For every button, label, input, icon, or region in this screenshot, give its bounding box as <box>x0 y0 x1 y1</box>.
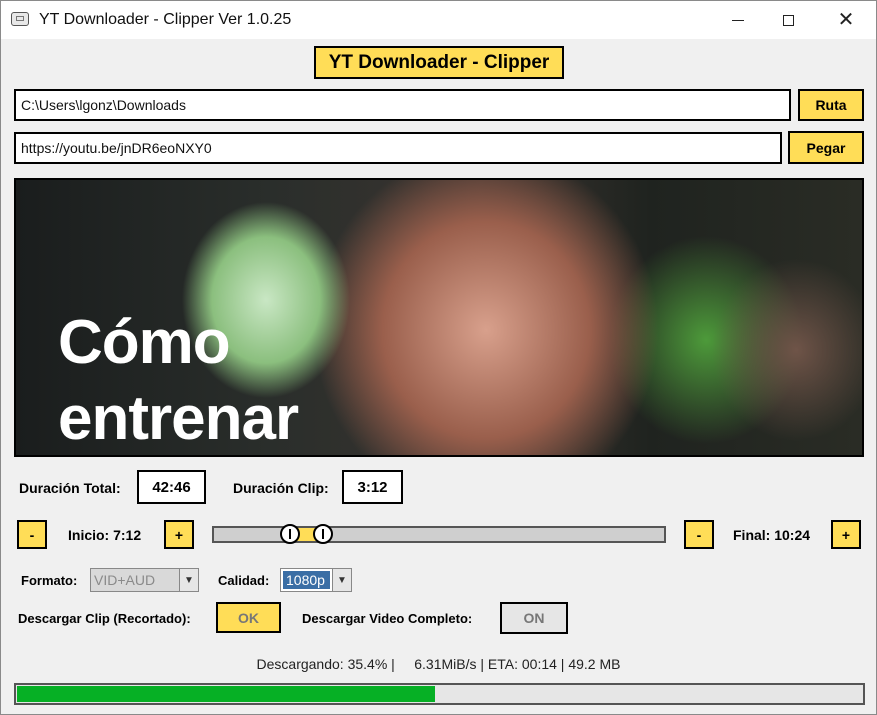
clip-duration-label: Duración Clip: <box>233 480 329 496</box>
window-title: YT Downloader - Clipper Ver 1.0.25 <box>39 11 292 28</box>
download-clip-button[interactable]: OK <box>216 602 281 633</box>
paste-button[interactable]: Pegar <box>788 131 864 164</box>
path-browse-button[interactable]: Ruta <box>798 89 864 121</box>
trim-end-handle[interactable] <box>313 524 334 544</box>
app-window: YT Downloader - Clipper Ver 1.0.25 ✕ YT … <box>0 0 877 715</box>
minimize-icon <box>732 19 744 21</box>
path-input[interactable]: C:\Users\lgonz\Downloads <box>14 89 791 121</box>
start-time-label: Inicio: 7:12 <box>68 527 142 543</box>
download-progress-bar <box>14 683 865 705</box>
download-status-text: Descargando: 35.4% | 6.31MiB/s | ETA: 00… <box>256 656 621 672</box>
download-full-label: Descargar Video Completo: <box>302 611 473 626</box>
thumbnail-title-line2: entrenar <box>58 384 299 453</box>
quality-selected-value: 1080p <box>283 571 330 589</box>
end-time-label: Final: 10:24 <box>733 527 811 543</box>
format-select[interactable]: VID+AUD ▼ <box>90 568 199 592</box>
maximize-button[interactable] <box>759 1 817 39</box>
start-decrease-button[interactable]: - <box>17 520 47 549</box>
start-increase-button[interactable]: + <box>164 520 194 549</box>
download-progress-fill <box>17 686 436 702</box>
chevron-down-icon: ▼ <box>179 569 198 591</box>
close-icon: ✕ <box>837 9 855 31</box>
url-input[interactable]: https://youtu.be/jnDR6eoNXY0 <box>14 132 782 164</box>
total-duration-value: 42:46 <box>137 470 206 504</box>
download-clip-label: Descargar Clip (Recortado): <box>18 611 191 626</box>
video-thumbnail: Cómo entrenar <box>14 178 864 457</box>
format-selected-value: VID+AUD <box>94 572 156 588</box>
total-duration-label: Duración Total: <box>19 480 121 496</box>
close-button[interactable]: ✕ <box>817 1 875 39</box>
app-heading: YT Downloader - Clipper <box>314 46 564 79</box>
quality-select[interactable]: 1080p ▼ <box>280 568 352 592</box>
maximize-icon <box>782 14 794 26</box>
title-bar[interactable]: YT Downloader - Clipper Ver 1.0.25 ✕ <box>1 1 876 39</box>
trim-start-handle[interactable] <box>279 524 300 544</box>
trim-range-slider[interactable] <box>212 524 666 544</box>
thumbnail-title-line1: Cómo <box>58 308 231 377</box>
app-icon <box>11 12 29 26</box>
clip-duration-value: 3:12 <box>342 470 403 504</box>
end-increase-button[interactable]: + <box>831 520 861 549</box>
download-full-button[interactable]: ON <box>500 602 568 634</box>
quality-label: Calidad: <box>218 573 270 588</box>
chevron-down-icon: ▼ <box>332 569 351 591</box>
format-label: Formato: <box>21 573 78 588</box>
end-decrease-button[interactable]: - <box>684 520 714 549</box>
